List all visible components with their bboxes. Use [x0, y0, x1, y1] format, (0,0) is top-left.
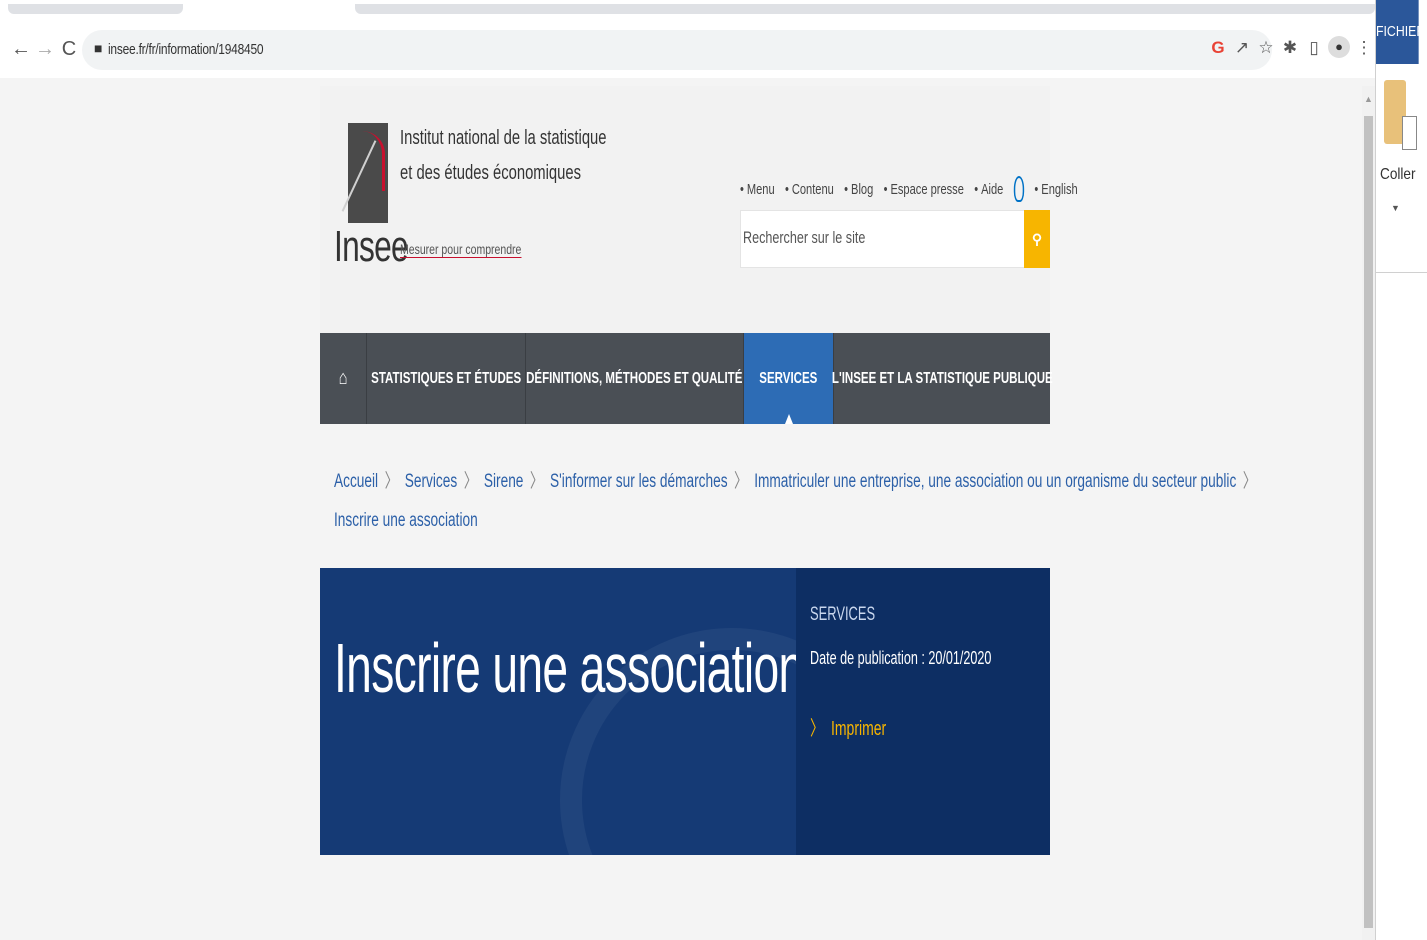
- hero-category[interactable]: SERVICES: [810, 604, 875, 626]
- nav-statistiques-label: STATISTIQUES ET ÉTUDES: [371, 369, 521, 387]
- page-title: Inscrire une association: [334, 629, 804, 707]
- google-icon[interactable]: G: [1208, 36, 1228, 60]
- scroll-up-arrow-icon[interactable]: ▲: [1364, 94, 1373, 104]
- breadcrumb-chevron-icon: 〉: [734, 471, 748, 492]
- breadcrumb-chevron-icon: 〉: [384, 471, 399, 492]
- print-label: Imprimer: [831, 718, 887, 740]
- insee-logo-icon[interactable]: [341, 123, 388, 223]
- paper-icon: [1402, 116, 1417, 150]
- nav-insee-public-label: L'INSEE ET LA STATISTIQUE PUBLIQUE: [831, 369, 1053, 387]
- chevron-right-icon: 〉: [810, 718, 824, 740]
- institute-name: Institut national de la statistique et d…: [400, 121, 607, 191]
- nav-services-label: SERVICES: [759, 369, 818, 387]
- top-link-contenu[interactable]: Contenu: [785, 181, 834, 198]
- breadcrumb-line-1: Accueil 〉 Services 〉 Sirene 〉 S'informer sur l…: [334, 462, 1263, 501]
- share-icon[interactable]: ↗: [1232, 36, 1252, 60]
- top-links: Menu Contenu Blog Espace presse Aide Eng…: [740, 176, 1088, 202]
- hero-meta: SERVICES Date de publication : 20/01/202…: [796, 568, 1050, 855]
- breadcrumb-sirene[interactable]: Sirene: [484, 471, 524, 492]
- reload-icon[interactable]: C: [58, 36, 80, 62]
- nav-definitions-label: DÉFINITIONS, MÉTHODES ET QUALITÉ: [526, 369, 743, 387]
- menu-icon[interactable]: ⋮: [1354, 36, 1374, 60]
- top-link-menu[interactable]: Menu: [740, 181, 775, 198]
- breadcrumb-immatriculer[interactable]: Immatriculer une entreprise, une associa…: [754, 471, 1236, 492]
- search-box[interactable]: Rechercher sur le site ⚲: [740, 210, 1050, 268]
- breadcrumb-chevron-icon: 〉: [529, 471, 544, 492]
- browser-tabstrip: [0, 0, 1375, 22]
- home-icon: ⌂: [338, 367, 348, 389]
- nav-definitions[interactable]: DÉFINITIONS, MÉTHODES ET QUALITÉ: [526, 333, 744, 424]
- paste-dropdown-icon[interactable]: ▼: [1391, 203, 1400, 213]
- institute-line-1: Institut national de la statistique: [400, 127, 607, 149]
- accessibility-ear-icon[interactable]: [1013, 176, 1025, 202]
- breadcrumb-line-2: Inscrire une association: [334, 501, 478, 540]
- institute-line-2: et des études économiques: [400, 162, 582, 184]
- toolbar-icons: G ↗ ☆ ✱ ▯ ● ⋮: [1208, 36, 1374, 60]
- sidebar-icon[interactable]: ▯: [1304, 36, 1324, 60]
- logo-curve: [362, 131, 385, 191]
- top-link-blog[interactable]: Blog: [844, 181, 873, 198]
- breadcrumb-chevron-icon: 〉: [1242, 471, 1257, 492]
- breadcrumb-services[interactable]: Services: [405, 471, 457, 492]
- nav-services[interactable]: SERVICES: [744, 333, 834, 424]
- fichier-tab[interactable]: FICHIER: [1376, 0, 1425, 64]
- top-link-presse[interactable]: Espace presse: [884, 181, 963, 198]
- scrollbar[interactable]: ▲: [1362, 86, 1375, 940]
- search-input[interactable]: Rechercher sur le site: [743, 228, 865, 248]
- top-link-english[interactable]: English: [1034, 181, 1077, 198]
- star-icon[interactable]: ☆: [1256, 36, 1276, 60]
- tagline: Mesurer pour comprendre: [400, 241, 522, 258]
- back-icon[interactable]: ←: [10, 36, 32, 62]
- search-icon[interactable]: ⚲: [1024, 210, 1050, 268]
- nav-statistiques[interactable]: STATISTIQUES ET ÉTUDES: [367, 333, 526, 424]
- main-nav: ⌂ STATISTIQUES ET ÉTUDES DÉFINITIONS, MÉ…: [320, 333, 1053, 424]
- forward-icon[interactable]: →: [34, 36, 56, 62]
- extensions-icon[interactable]: ✱: [1280, 36, 1300, 60]
- breadcrumb-accueil[interactable]: Accueil: [334, 471, 378, 492]
- nav-insee-public[interactable]: L'INSEE ET LA STATISTIQUE PUBLIQUE: [831, 333, 1053, 424]
- top-link-aide[interactable]: Aide: [974, 181, 1003, 198]
- site-header: Insee Institut national de la statistiqu…: [320, 86, 1078, 333]
- insee-page: Insee Institut national de la statistiqu…: [320, 86, 1256, 940]
- insee-wordmark[interactable]: Insee: [334, 222, 409, 272]
- url-text[interactable]: insee.fr/fr/information/1948450: [108, 41, 264, 58]
- panel-divider: [1376, 272, 1427, 273]
- browser-tab-right[interactable]: [355, 4, 1375, 14]
- browser-tab-left[interactable]: [8, 4, 183, 14]
- breadcrumb-chevron-icon: 〉: [463, 471, 478, 492]
- lock-icon: ■: [94, 40, 103, 56]
- scroll-thumb[interactable]: [1364, 116, 1373, 928]
- profile-icon[interactable]: ●: [1328, 36, 1350, 58]
- page-hero: Inscrire une association SERVICES Date d…: [320, 568, 1050, 855]
- print-link[interactable]: 〉 Imprimer: [810, 712, 886, 741]
- nav-home[interactable]: ⌂: [320, 333, 367, 424]
- publication-date: Date de publication : 20/01/2020: [810, 648, 992, 668]
- office-ribbon-panel: FICHIER Coller ▼: [1375, 0, 1427, 940]
- paste-button[interactable]: Coller: [1380, 166, 1416, 184]
- breadcrumb: Accueil 〉 Services 〉 Sirene 〉 S'informer sur l…: [334, 462, 1256, 540]
- breadcrumb-informer[interactable]: S'informer sur les démarches: [550, 471, 727, 492]
- address-bar[interactable]: ■ insee.fr/fr/information/1948450: [82, 30, 1272, 70]
- browser-toolbar: ← → C ■ insee.fr/fr/information/1948450 …: [0, 22, 1375, 78]
- breadcrumb-current: Inscrire une association: [334, 510, 478, 531]
